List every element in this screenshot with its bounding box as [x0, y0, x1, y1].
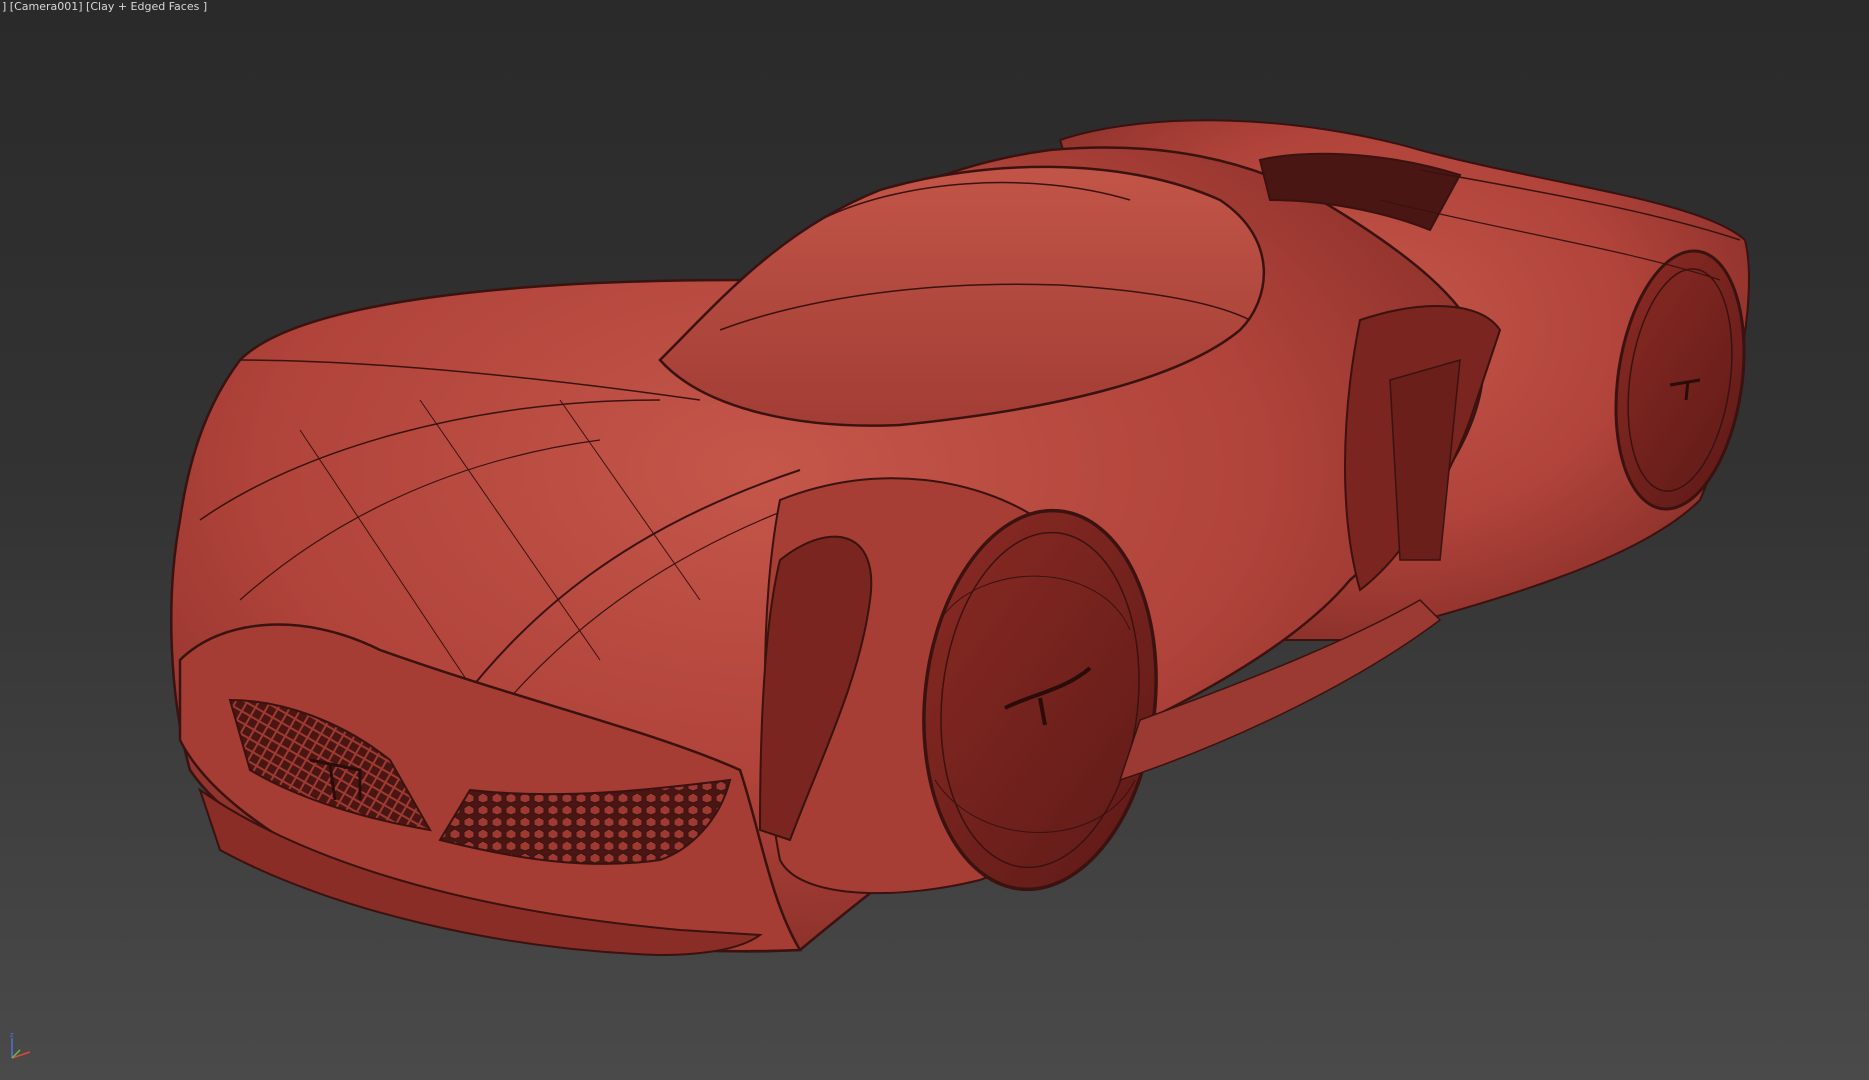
car-model-render[interactable]	[0, 0, 1869, 1080]
axis-z-label: z	[10, 1031, 14, 1039]
3d-viewport[interactable]: ] [Camera001] [Clay + Edged Faces ] z	[0, 0, 1869, 1080]
axis-gizmo: z	[10, 1031, 31, 1059]
